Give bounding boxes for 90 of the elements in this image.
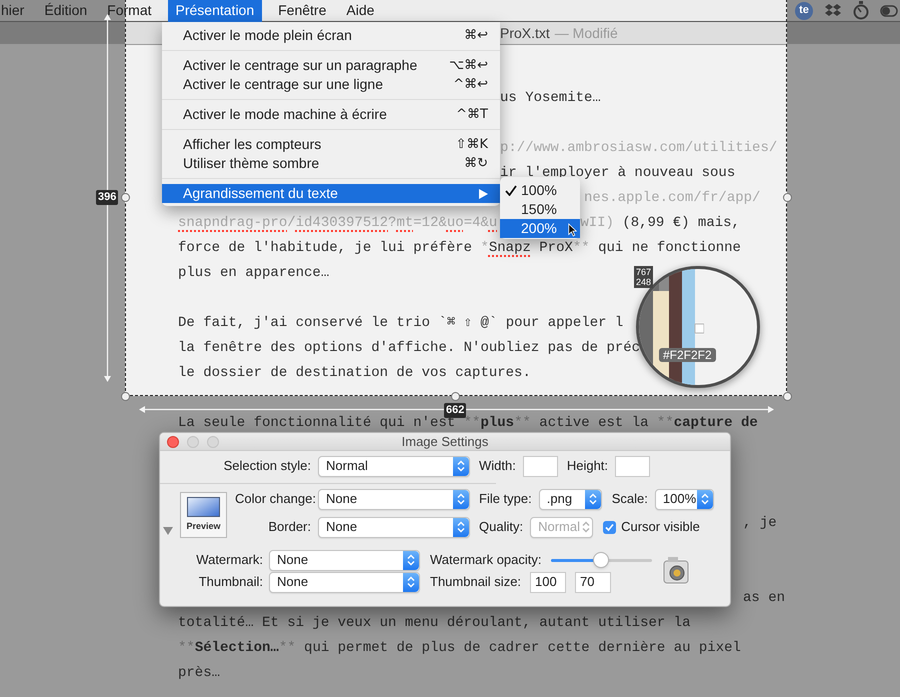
field-label: Thumbnail size: [430,574,522,589]
stepper-arrows-icon [457,460,465,472]
popup-button[interactable]: None [269,572,420,592]
menu-item[interactable]: Activer le mode machine à écrire ^⌘T [162,105,500,124]
field-label: Cursor visible [621,519,700,534]
menu-bar-item[interactable]: hier [0,0,28,22]
menu-item[interactable]: Agrandissement du texte [162,184,500,203]
popup-button[interactable]: .png [538,488,602,510]
field-label: Watermark: [195,551,263,570]
text-line: De fait, j'ai conservé le trio `⌘ ⇧ @` pour appeler l [178,316,624,330]
dialog-title: Image Settings [402,433,488,451]
menu-item[interactable]: Afficher les compteurs ⇧⌘K [162,135,500,154]
menu-bar-item[interactable]: Fenêtre [274,0,330,22]
window-title: ProX.txt [500,24,550,42]
stepper-arrows-icon [588,493,597,505]
checkmark-icon [504,185,516,196]
field-label: Border: [267,518,311,536]
stepper-arrows-icon [407,554,415,566]
field-label: Selection style: [222,457,311,476]
text-line: le dossier de destination de vos captures. [178,366,531,380]
menu-item[interactable]: 200% [500,219,580,238]
text-line: près… [178,666,220,680]
text-line: **Sélection…** qui permet de plus de cadrer cette dernière au pixel [178,640,741,654]
cursor-visible-checkbox[interactable] [603,520,616,534]
text-line: nes.apple.com/fr/app/ [584,190,760,204]
resize-handle[interactable] [783,392,792,401]
text-line: wII) (8,99 €) mais, [580,216,740,230]
menu-item[interactable]: 150% [500,200,580,219]
field-label: File type: [479,491,532,506]
text-line: ir l'employer à nouveau sous [500,166,736,180]
stepper-arrows-icon [700,493,709,505]
submenu-arrow-icon [479,188,488,198]
window-status: — Modifié [554,24,618,42]
width-label: 662 [444,403,466,418]
text-line: us Yosemite… [500,90,601,104]
menu-item[interactable]: Activer le centrage sur un paragraphe ⌥⌘↩ [162,56,500,75]
mouse-cursor-icon [568,223,577,237]
resize-handle[interactable] [783,193,792,202]
text-line: La seule fonctionnalité qui n'est **plus** active est la **capture de [178,416,758,430]
menu-item[interactable]: Activer le mode plein écran ⌘↩ [162,26,500,45]
text-line: p://www.ambrosiasw.com/utilities/ [500,140,778,154]
menu-item[interactable]: Utiliser thème sombre ⌘↻ [162,154,500,173]
field-label: Width: [479,458,516,473]
text-line: totalité… Et si je veux un menu déroulant, autant utiliser la [178,616,690,630]
menu-bar-item[interactable]: Aide [342,0,378,22]
field-label: Scale: [612,491,648,506]
input-field[interactable] [615,456,650,476]
input-field[interactable] [522,456,558,476]
popup-button[interactable]: None [318,488,470,510]
app-logo[interactable]: te [795,2,813,20]
dropbox-icon[interactable] [824,2,842,18]
menu-item[interactable]: 100% [500,181,580,200]
field-label: Watermark opacity: [430,552,542,567]
popup-button[interactable]: 100% [654,488,714,510]
field-label: Height: [566,458,608,473]
opacity-slider[interactable] [550,552,652,568]
close-button[interactable] [167,436,179,448]
menu-bar-item[interactable]: Présentation [168,0,262,22]
resize-handle[interactable] [451,392,460,401]
menu-bar-item[interactable]: Format [103,0,156,22]
disclosure-triangle-icon[interactable] [163,527,173,535]
coordinate-label: 767 248 [634,266,654,288]
field-label: Thumbnail: [198,573,263,592]
preview-image-icon [187,496,220,517]
input-field[interactable]: 100 [530,572,566,592]
text-line: force de l'habitude, je lui préfère *Snapz ProX** qui ne fonctionne [178,240,741,254]
input-field[interactable]: 70 [575,572,612,592]
menu-item[interactable]: Activer le centrage sur une ligne ^⌘↩ [162,75,500,94]
resize-handle[interactable] [121,392,130,401]
stepper-arrows-icon [457,521,465,533]
popup-button[interactable]: None [269,550,420,570]
preview-button[interactable]: Preview [180,492,227,538]
stepper-arrows-icon [457,493,465,505]
text-line: , je [743,516,777,530]
text-line: as en [743,590,786,604]
text-line: plus en apparence… [178,266,330,280]
popup-button[interactable]: Normal [318,456,470,476]
toggle-icon[interactable] [880,4,898,16]
stopwatch-icon[interactable] [853,1,869,20]
field-label: Quality: [479,519,524,534]
stepper-arrows-icon [407,576,415,588]
menu-bar-item[interactable]: Édition [40,0,92,22]
text-line: snapndrag-pro/id430397512?mt=12&uo=4&u [178,216,498,230]
color-hex-label: #F2F2F2 [659,348,716,362]
resize-handle[interactable] [121,193,130,202]
height-label: 396 [96,190,118,205]
stepper-arrows-icon [582,521,590,533]
slider-thumb[interactable] [593,552,609,568]
text-line: la fenêtre des options d'affiche. N'oubliez pas de préc [178,340,640,354]
popup-button[interactable]: None [318,516,470,538]
